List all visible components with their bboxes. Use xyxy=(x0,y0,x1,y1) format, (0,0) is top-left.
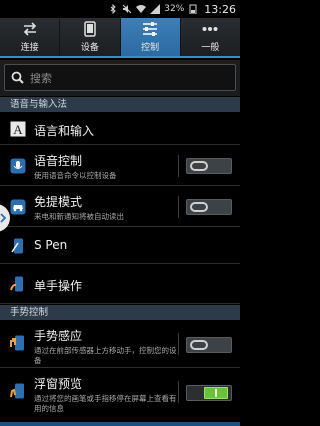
search-icon xyxy=(11,71,24,84)
row-title: 免提模式 xyxy=(34,195,83,209)
tab-device[interactable]: 设备 xyxy=(60,18,121,56)
battery-icon xyxy=(189,4,197,14)
divider xyxy=(178,196,179,218)
wifi-icon xyxy=(136,5,147,13)
one-hand-phone-icon xyxy=(10,276,26,292)
more-dots-icon xyxy=(202,21,218,37)
row-subtitle: 使用语音命令以控制设备 xyxy=(34,171,117,180)
section-header-language-input: 语音与输入法 xyxy=(0,97,240,112)
swap-arrows-icon xyxy=(22,21,38,37)
signal-icon xyxy=(150,4,161,14)
row-title: 语音控制 xyxy=(34,154,83,168)
battery-percent: 32% xyxy=(164,4,185,14)
tab-label: 一般 xyxy=(201,43,220,53)
sliders-icon xyxy=(142,21,158,37)
microphone-icon xyxy=(10,158,26,174)
chevron-right-icon xyxy=(0,213,6,223)
air-gesture-toggle[interactable] xyxy=(186,337,232,353)
section-header-motion-control: 手势控制 xyxy=(0,305,240,320)
list-item-air-view[interactable]: 浮窗预览 通过将您的画笔或手指移停在屏幕上查看有用的信息 xyxy=(0,369,240,417)
settings-tab-bar: 连接 设备 控制 一般 xyxy=(0,18,240,58)
car-icon xyxy=(10,199,26,215)
status-bar: 32% 13:26 xyxy=(0,0,240,18)
row-title: 浮窗预览 xyxy=(34,377,83,391)
row-title: 单手操作 xyxy=(34,279,83,293)
row-subtitle: 通过将您的画笔或手指移停在屏幕上查看有用的信息 xyxy=(34,394,177,413)
tab-connections[interactable]: 连接 xyxy=(0,18,61,56)
air-view-toggle[interactable] xyxy=(186,385,232,401)
clock: 13:26 xyxy=(204,2,236,16)
list-item-voice-control[interactable]: 语音控制 使用语音命令以控制设备 xyxy=(0,146,240,186)
list-item-hands-free[interactable]: 免提模式 来电和新通知将被自动读出 xyxy=(0,187,240,227)
list-item-language-input[interactable]: A 语言和输入 xyxy=(0,113,240,145)
divider xyxy=(178,333,179,355)
tab-label: 控制 xyxy=(141,43,160,53)
s-pen-icon xyxy=(10,238,26,254)
divider xyxy=(178,155,179,177)
row-title: 手势感应 xyxy=(34,329,83,343)
tab-label: 设备 xyxy=(80,43,99,53)
hands-free-toggle[interactable] xyxy=(186,199,232,215)
search-placeholder: 搜索 xyxy=(30,71,52,85)
phone-icon xyxy=(82,21,98,37)
hover-finger-icon xyxy=(10,383,26,399)
list-item-air-gesture[interactable]: 手势感应 通过在前部传感器上方移动手，控制您的设备 xyxy=(0,321,240,368)
search-input[interactable]: 搜索 xyxy=(4,64,236,91)
row-title: S Pen xyxy=(34,238,68,252)
row-subtitle: 来电和新通知将被自动读出 xyxy=(34,212,124,221)
search-area: 搜索 xyxy=(0,60,240,96)
tab-label: 连接 xyxy=(20,43,39,53)
bottom-edge xyxy=(0,422,240,426)
voice-control-toggle[interactable] xyxy=(186,158,232,174)
list-item-one-handed[interactable]: 单手操作 xyxy=(0,265,240,304)
font-a-icon: A xyxy=(10,121,26,137)
svg-text:A: A xyxy=(13,122,23,137)
list-item-s-pen[interactable]: S Pen xyxy=(0,228,240,264)
hand-gesture-icon xyxy=(10,335,26,351)
tab-controls[interactable]: 控制 xyxy=(120,18,181,56)
mute-icon xyxy=(122,4,132,14)
row-title: 语言和输入 xyxy=(34,124,95,138)
divider xyxy=(178,381,179,403)
bluetooth-icon xyxy=(110,4,116,14)
row-subtitle: 通过在前部传感器上方移动手，控制您的设备 xyxy=(34,346,177,365)
tab-general[interactable]: 一般 xyxy=(181,18,240,56)
